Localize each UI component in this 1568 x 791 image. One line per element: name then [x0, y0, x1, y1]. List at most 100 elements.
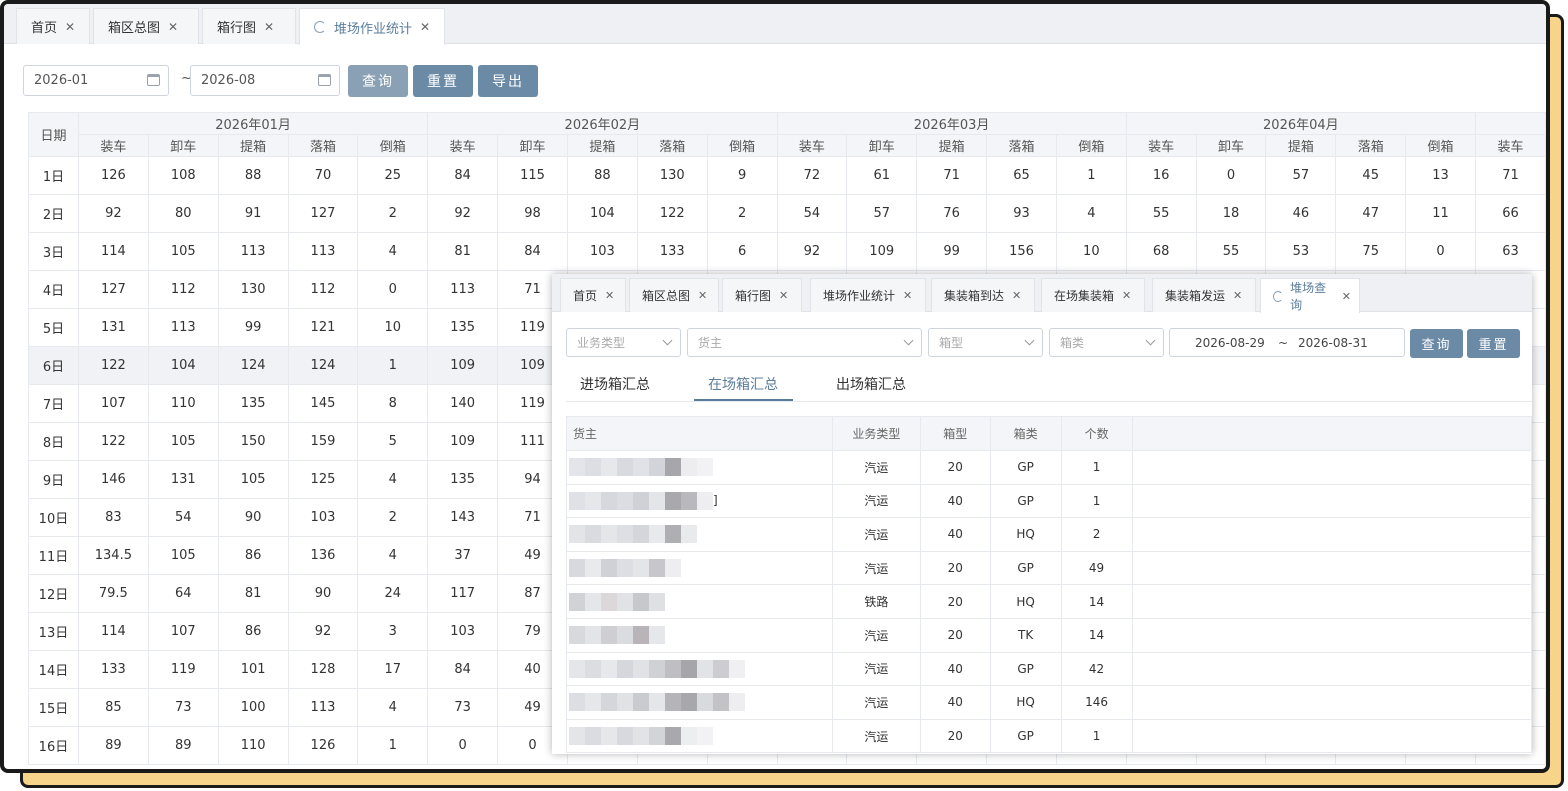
value-cell: 113 — [287, 688, 359, 727]
value-cell: 2 — [706, 194, 778, 233]
value-cell: 71 — [916, 156, 988, 195]
value-cell: 131 — [77, 308, 149, 347]
close-icon[interactable]: ✕ — [779, 289, 788, 302]
overlay-tab-in-yard[interactable]: 在场集装箱 ✕ — [1041, 278, 1145, 312]
value-cell: 84 — [427, 156, 499, 195]
kind-cell: GP — [989, 651, 1062, 687]
overlay-tab-yard-stats[interactable]: 堆场作业统计 ✕ — [810, 278, 926, 312]
query-button[interactable]: 查询 — [348, 65, 408, 97]
biz-type-select[interactable]: 业务类型 — [566, 328, 681, 357]
month-header: 2026年03月 — [776, 112, 1127, 135]
overlay-tab-yard-query[interactable]: 堆场查询 ✕ — [1260, 278, 1360, 313]
value-cell: 55 — [1195, 232, 1267, 271]
value-cell: 126 — [287, 726, 359, 765]
refresh-icon[interactable] — [1273, 290, 1284, 302]
value-cell: 105 — [147, 422, 219, 461]
table-row: 2日 92 80 91 127 2 92 98 104 122 2 54 57 76 93 4 55 18 46 47… — [28, 194, 1546, 233]
kind-cell: HQ — [989, 584, 1062, 619]
date-to-field[interactable]: 2026-08 — [190, 65, 340, 96]
close-icon[interactable]: ✕ — [168, 20, 178, 34]
value-cell: 81 — [427, 232, 499, 271]
value-cell: 92 — [776, 232, 848, 271]
kind-placeholder: 箱类 — [1060, 336, 1085, 350]
tab-label: 箱行图 — [217, 21, 257, 36]
date-cell: 4日 — [28, 270, 79, 309]
close-icon[interactable]: ✕ — [1122, 289, 1131, 302]
value-cell: 2 — [357, 194, 429, 233]
value-cell: 86 — [217, 612, 289, 651]
overlay-tab-yard-overview[interactable]: 箱区总图 ✕ — [629, 278, 719, 312]
redacted-owner-name — [569, 559, 681, 578]
owner-text: ] — [713, 493, 718, 508]
value-cell: 136 — [287, 536, 359, 575]
date-cell: 8日 — [28, 422, 79, 461]
value-cell: 4 — [1055, 194, 1127, 233]
close-icon[interactable]: ✕ — [65, 20, 75, 34]
value-cell: 105 — [147, 232, 219, 271]
tab-yard-stats[interactable]: 堆场作业统计 ✕ — [299, 8, 445, 45]
size-select[interactable]: 箱型 — [928, 328, 1043, 357]
close-icon[interactable]: ✕ — [698, 289, 707, 302]
value-cell: 119 — [147, 650, 219, 689]
kind-cell: TK — [989, 617, 1062, 653]
date-cell: 10日 — [28, 498, 79, 537]
value-cell: 92 — [287, 612, 359, 651]
close-icon[interactable]: ✕ — [1233, 289, 1242, 302]
value-cell: 156 — [986, 232, 1057, 271]
date-from-field[interactable]: 2026-01 — [23, 65, 169, 96]
biz-type-placeholder: 业务类型 — [577, 336, 626, 350]
biz-cell: 汽运 — [831, 718, 921, 754]
close-icon[interactable]: ✕ — [605, 289, 614, 302]
tab-home[interactable]: 首页 ✕ — [16, 8, 90, 44]
table-row: ] 汽运 40 GP 1 — [566, 483, 1532, 519]
value-cell: 127 — [77, 270, 149, 309]
close-icon[interactable]: ✕ — [1342, 290, 1351, 303]
count-cell: 1 — [1060, 718, 1133, 754]
value-cell: 128 — [287, 650, 359, 689]
count-cell: 14 — [1060, 617, 1133, 653]
value-cell: 86 — [217, 536, 289, 575]
value-cell: 99 — [217, 308, 289, 347]
subtab-in-yard-summary[interactable]: 在场箱汇总 — [708, 374, 778, 394]
size-cell: 40 — [919, 517, 991, 552]
value-cell: 113 — [427, 270, 499, 309]
reset-button[interactable]: 重置 — [413, 65, 473, 97]
kind-select[interactable]: 箱类 — [1049, 328, 1164, 357]
overlay-reset-button[interactable]: 重置 — [1467, 329, 1520, 358]
value-cell: 16 — [1125, 156, 1197, 195]
value-cell: 133 — [77, 650, 149, 689]
close-icon[interactable]: ✕ — [1012, 289, 1021, 302]
op-header: 卸车 — [1195, 134, 1267, 157]
chevron-down-icon — [903, 335, 914, 346]
value-cell: 99 — [916, 232, 988, 271]
tab-yard-overview[interactable]: 箱区总图 ✕ — [93, 8, 199, 44]
date-range-field[interactable]: 2026-08-29 ~ 2026-08-31 — [1169, 328, 1405, 357]
close-icon[interactable]: ✕ — [420, 20, 430, 34]
kind-cell: HQ — [989, 685, 1062, 720]
overlay-tab-arrival[interactable]: 集装箱到达 ✕ — [931, 278, 1035, 312]
value-cell: 109 — [846, 232, 918, 271]
redacted-owner-name — [569, 727, 713, 746]
owner-cell — [566, 584, 833, 619]
op-header: 卸车 — [846, 134, 918, 157]
month-header: 2026年02月 — [427, 112, 778, 135]
overlay-query-button[interactable]: 查询 — [1410, 329, 1463, 358]
refresh-icon[interactable] — [314, 21, 326, 33]
summary-header-row: 货主 业务类型 箱型 箱类 个数 — [566, 416, 1532, 451]
close-icon[interactable]: ✕ — [264, 20, 274, 34]
overlay-tab-dispatch[interactable]: 集装箱发运 ✕ — [1152, 278, 1256, 312]
yard-query-window: 首页 ✕ 箱区总图 ✕ 箱行图 ✕ 堆场作业统计 ✕ 集装箱到达 ✕ 在场集装箱 ✕ 集装箱… — [552, 274, 1532, 754]
empty-cell — [1131, 617, 1532, 653]
export-button[interactable]: 导出 — [478, 65, 538, 97]
value-cell: 65 — [986, 156, 1057, 195]
tab-label: 堆场作业统计 — [334, 21, 413, 37]
owner-select[interactable]: 货主 — [687, 328, 922, 357]
subtab-inbound-summary[interactable]: 进场箱汇总 — [580, 374, 650, 394]
tab-row-map[interactable]: 箱行图 ✕ — [202, 8, 296, 44]
subtab-outbound-summary[interactable]: 出场箱汇总 — [836, 374, 906, 394]
close-icon[interactable]: ✕ — [903, 289, 912, 302]
overlay-tab-home[interactable]: 首页 ✕ — [560, 278, 626, 312]
biz-cell: 汽运 — [831, 483, 921, 519]
overlay-tab-row-map[interactable]: 箱行图 ✕ — [722, 278, 802, 312]
value-cell: 133 — [636, 232, 708, 271]
